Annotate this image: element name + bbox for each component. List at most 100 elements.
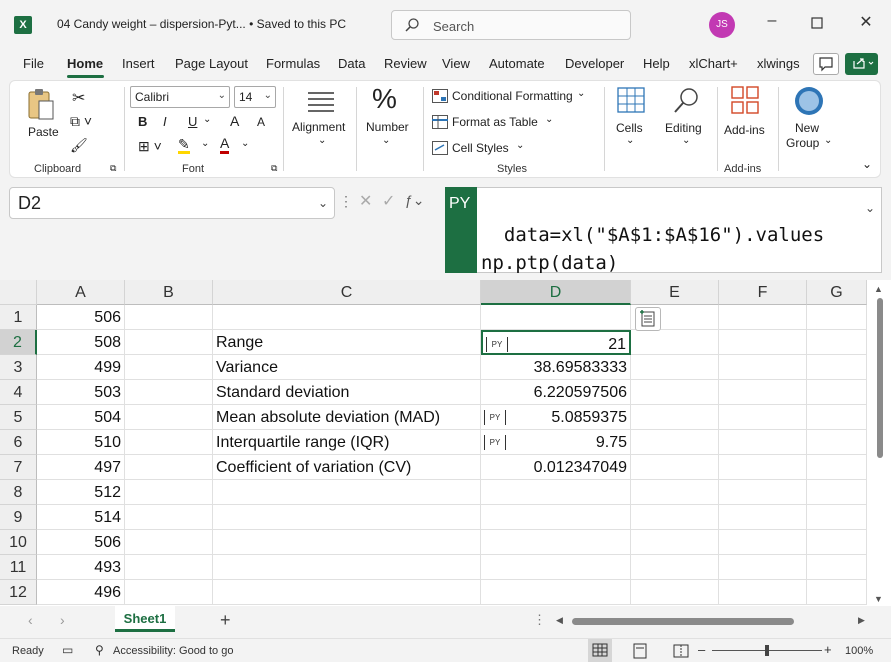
format-painter-icon[interactable]: 🖌: [70, 137, 88, 154]
alignment-button[interactable]: Alignment ⌄: [290, 87, 354, 153]
editing-button[interactable]: Editing ⌄: [662, 85, 712, 155]
cell-g2[interactable]: [807, 330, 867, 355]
borders-icon[interactable]: ⊞ ˅: [138, 138, 162, 155]
formula-input[interactable]: data=xl("$A$1:$A$16").values np.ptp(data…: [477, 187, 882, 274]
underline-button[interactable]: U: [188, 114, 197, 129]
cell-f4[interactable]: [719, 380, 807, 405]
cell-f9[interactable]: [719, 505, 807, 530]
cell-a7[interactable]: 497: [37, 455, 125, 480]
row-header-2[interactable]: 2: [0, 330, 37, 355]
cell-e10[interactable]: [631, 530, 719, 555]
cell-d7[interactable]: 0.012347049: [481, 455, 631, 480]
cell-a10[interactable]: 506: [37, 530, 125, 555]
cell-c7[interactable]: Coefficient of variation (CV): [213, 455, 481, 480]
cancel-icon[interactable]: ✕: [359, 191, 372, 211]
number-format-button[interactable]: % Number ⌄: [362, 83, 418, 153]
cell-c5[interactable]: Mean absolute deviation (MAD): [213, 405, 481, 430]
more-options-icon[interactable]: ⋮: [339, 193, 353, 210]
cell-d9[interactable]: [481, 505, 631, 530]
column-header-d[interactable]: D: [481, 280, 631, 305]
share-button[interactable]: [845, 53, 878, 75]
cell-a4[interactable]: 503: [37, 380, 125, 405]
column-header-c[interactable]: C: [213, 280, 481, 305]
cell-a5[interactable]: 504: [37, 405, 125, 430]
tab-formulas[interactable]: Formulas: [266, 56, 320, 71]
cell-f2[interactable]: [719, 330, 807, 355]
cell-c6[interactable]: Interquartile range (IQR): [213, 430, 481, 455]
page-layout-view-icon[interactable]: [628, 640, 652, 662]
cell-a12[interactable]: 496: [37, 580, 125, 605]
search-box[interactable]: Search: [391, 10, 631, 40]
tab-view[interactable]: View: [442, 56, 470, 71]
cell-b12[interactable]: [125, 580, 213, 605]
add-ins-button[interactable]: Add-ins: [722, 85, 772, 145]
horizontal-scroll-thumb[interactable]: [572, 618, 794, 625]
cell-d11[interactable]: [481, 555, 631, 580]
python-mode-badge[interactable]: PY: [445, 187, 477, 273]
cell-e11[interactable]: [631, 555, 719, 580]
tab-help[interactable]: Help: [643, 56, 670, 71]
cell-d4[interactable]: 6.220597506: [481, 380, 631, 405]
column-header-g[interactable]: G: [807, 280, 867, 305]
cell-c8[interactable]: [213, 480, 481, 505]
document-title[interactable]: 04 Candy weight – dispersion-Pyt... • Sa…: [57, 17, 346, 31]
column-header-e[interactable]: E: [631, 280, 719, 305]
font-color-button[interactable]: A: [220, 136, 230, 154]
row-header-3[interactable]: 3: [0, 355, 37, 380]
zoom-out-icon[interactable]: –: [698, 642, 705, 657]
tab-automate[interactable]: Automate: [489, 56, 545, 71]
cell-b1[interactable]: [125, 305, 213, 330]
cell-f5[interactable]: [719, 405, 807, 430]
cell-c1[interactable]: [213, 305, 481, 330]
cell-b5[interactable]: [125, 405, 213, 430]
row-header-4[interactable]: 4: [0, 380, 37, 405]
cell-b8[interactable]: [125, 480, 213, 505]
python-object-icon[interactable]: PY: [484, 410, 506, 425]
cell-b6[interactable]: [125, 430, 213, 455]
cell-g9[interactable]: [807, 505, 867, 530]
cell-e12[interactable]: [631, 580, 719, 605]
cell-a6[interactable]: 510: [37, 430, 125, 455]
worksheet-grid[interactable]: ABCDEFG 1 506 2 508 Range 21 PY 3 499 Variance 38.…: [0, 280, 891, 606]
python-object-icon[interactable]: PY: [484, 435, 506, 450]
cell-styles-button[interactable]: Cell Styles ⌄: [430, 139, 530, 159]
cell-b4[interactable]: [125, 380, 213, 405]
cell-d2[interactable]: 21 PY: [481, 330, 631, 355]
tab-review[interactable]: Review: [384, 56, 427, 71]
cell-g3[interactable]: [807, 355, 867, 380]
next-sheet-icon[interactable]: ›: [60, 612, 65, 628]
copy-icon[interactable]: ⧉ ˅: [70, 113, 92, 130]
tab-insert[interactable]: Insert: [122, 56, 155, 71]
cell-d1[interactable]: [481, 305, 631, 330]
prev-sheet-icon[interactable]: ‹: [28, 612, 33, 628]
cell-a11[interactable]: 493: [37, 555, 125, 580]
row-header-8[interactable]: 8: [0, 480, 37, 505]
zoom-slider-thumb[interactable]: [765, 645, 769, 656]
scroll-left-icon[interactable]: ◀: [556, 615, 563, 626]
cell-c10[interactable]: [213, 530, 481, 555]
tab-home[interactable]: Home: [67, 56, 103, 71]
row-header-5[interactable]: 5: [0, 405, 37, 430]
tab-page-layout[interactable]: Page Layout: [175, 56, 248, 71]
conditional-formatting-button[interactable]: Conditional Formatting ⌄: [430, 87, 590, 107]
comments-button[interactable]: [813, 53, 839, 75]
chevron-down-icon[interactable]: ⌄: [241, 138, 249, 149]
cell-e2[interactable]: [631, 330, 719, 355]
cell-b11[interactable]: [125, 555, 213, 580]
decrease-font-button[interactable]: A: [257, 115, 265, 129]
row-header-10[interactable]: 10: [0, 530, 37, 555]
cell-f7[interactable]: [719, 455, 807, 480]
name-box[interactable]: D2 ⌄: [9, 187, 335, 219]
cell-d5[interactable]: 5.0859375 PY: [481, 405, 631, 430]
cell-a3[interactable]: 499: [37, 355, 125, 380]
macro-record-icon[interactable]: ▭: [62, 643, 73, 657]
cell-a9[interactable]: 514: [37, 505, 125, 530]
quick-analysis-button[interactable]: [635, 307, 661, 331]
cell-b9[interactable]: [125, 505, 213, 530]
tab-data[interactable]: Data: [338, 56, 365, 71]
font-name-select[interactable]: Calibri ⌄: [130, 86, 230, 108]
page-break-view-icon[interactable]: [669, 640, 693, 662]
user-avatar[interactable]: JS: [709, 12, 735, 38]
cell-a1[interactable]: 506: [37, 305, 125, 330]
maximize-icon[interactable]: [807, 12, 827, 34]
